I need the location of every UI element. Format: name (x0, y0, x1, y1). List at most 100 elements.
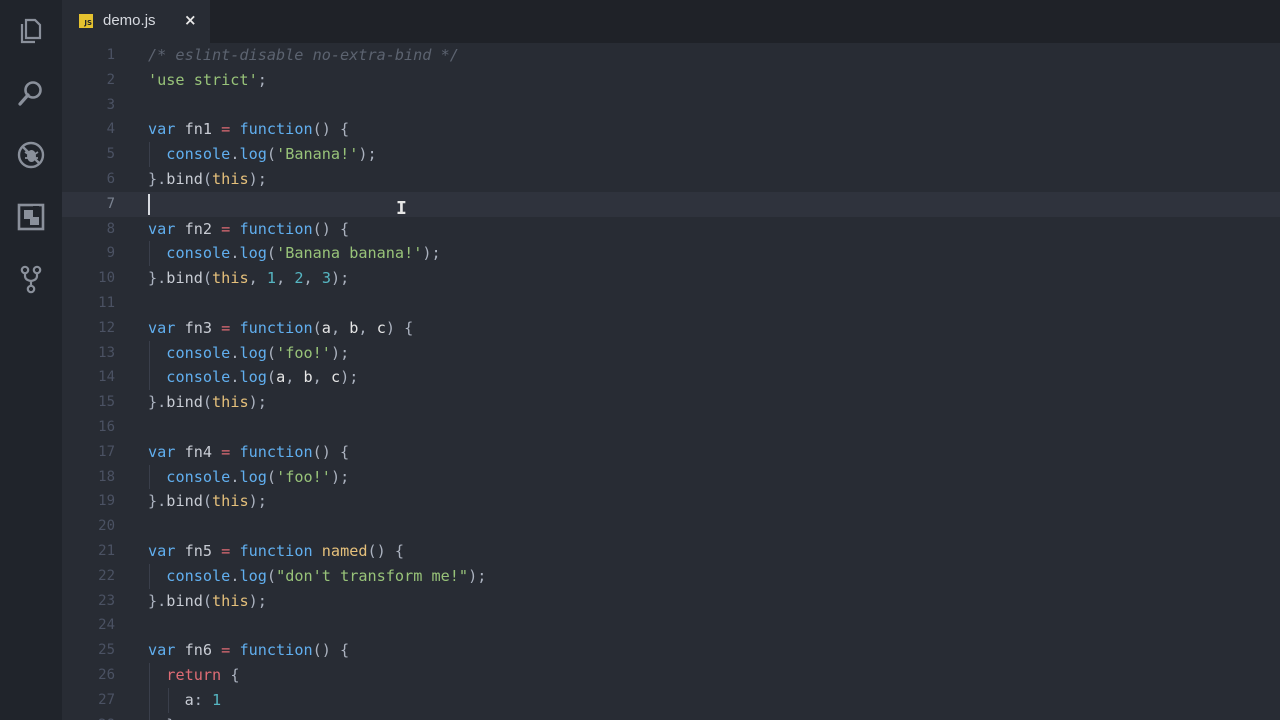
extensions-button[interactable] (0, 186, 62, 248)
line-number: 13 (98, 344, 115, 361)
code-token: this (212, 393, 249, 412)
code-line[interactable]: 17 var fn4 = function() { (62, 440, 1280, 465)
code-token: = (221, 641, 231, 660)
code-token: console (166, 244, 231, 263)
code-line[interactable]: 2 'use strict'; (62, 68, 1280, 93)
code-token: ; (257, 70, 267, 89)
code-token: var (148, 318, 176, 337)
debug-button[interactable] (0, 124, 62, 186)
line-number: 16 (98, 419, 115, 435)
line-number: 20 (98, 518, 115, 535)
tab-label: demo.js (103, 12, 156, 29)
code-line[interactable]: 22 console.log("don't transform me!"); (62, 563, 1280, 589)
code-line[interactable]: 25 var fn6 = function() { (62, 638, 1280, 663)
code-token: this (212, 269, 249, 288)
code-token: c (376, 318, 386, 337)
code-line[interactable]: 15}.bind(this); (62, 390, 1280, 415)
code-token: "don't transform me!" (276, 566, 469, 585)
code-text: var fn4 = function() { (148, 440, 349, 465)
code-line[interactable]: 18 console.log('foo!'); (62, 464, 1280, 490)
code-token: log (239, 145, 267, 164)
tab-demo-js[interactable]: JS demo.js × (62, 0, 210, 43)
code-token: ) { (385, 318, 414, 337)
code-text: 'use strict'; (148, 68, 267, 93)
code-token: , (358, 318, 377, 337)
code-line[interactable]: 10}.bind(this, 1, 2, 3); (62, 266, 1280, 291)
code-line[interactable]: 24 (62, 613, 1280, 638)
code-token: ); (248, 393, 267, 412)
code-token: () { (312, 120, 350, 139)
line-number: 9 (106, 245, 115, 262)
code-token: bind (166, 393, 203, 412)
code-token: 1 (212, 690, 222, 709)
code-line[interactable]: 9 console.log('Banana banana!'); (62, 241, 1280, 267)
code-token: ( (202, 269, 213, 288)
code-line[interactable]: 16 (62, 415, 1280, 440)
code-line[interactable]: 3 (62, 93, 1280, 118)
code-text: console.log('Banana banana!'); (148, 241, 441, 266)
code-token: this (212, 492, 249, 511)
text-cursor-icon: I (396, 198, 407, 219)
code-line[interactable]: 6}.bind(this); (62, 167, 1280, 192)
line-number: 23 (98, 592, 115, 609)
code-token: ( (266, 145, 277, 164)
code-text: }.bind(this); (148, 167, 267, 192)
code-token: named (321, 542, 368, 560)
code-line[interactable]: 28 } (62, 712, 1280, 720)
code-token: 2 (294, 269, 304, 288)
code-token: () { (367, 542, 405, 560)
code-line[interactable]: 19}.bind(this); (62, 489, 1280, 514)
code-line[interactable]: 1 /* eslint-disable no-extra-bind */ (62, 43, 1280, 68)
code-token: fn6 (175, 641, 222, 660)
code-token: ); (422, 244, 441, 263)
code-line[interactable]: 12 var fn3 = function(a, b, c) { (62, 316, 1280, 341)
activity-bar (0, 0, 63, 720)
code-line[interactable]: 14 console.log(a, b, c); (62, 365, 1280, 391)
close-icon[interactable]: × (184, 11, 197, 29)
code-line[interactable]: 7 (62, 191, 1280, 217)
code-text: a: 1 (148, 688, 222, 713)
code-editor[interactable]: 1 /* eslint-disable no-extra-bind */ 2 'use… (62, 43, 1280, 720)
code-line[interactable]: 4 var fn1 = function() { (62, 117, 1280, 142)
source-control-button[interactable] (0, 248, 62, 310)
code-line[interactable]: 5 console.log('Banana!'); (62, 142, 1280, 167)
code-token: ); (468, 566, 487, 585)
code-line[interactable]: 13 console.log('foo!'); (62, 340, 1280, 366)
explorer-button[interactable] (0, 0, 62, 62)
code-token: ( (266, 467, 277, 486)
code-token: ( (202, 591, 213, 610)
code-token: 'use strict' (148, 70, 258, 89)
code-token: var (148, 219, 176, 238)
code-token: fn2 (175, 219, 222, 238)
code-token: console (166, 566, 231, 585)
code-line[interactable]: 8 var fn2 = function() { (62, 217, 1280, 242)
code-line[interactable]: 27 a: 1 (62, 687, 1280, 713)
code-line[interactable]: 21 var fn5 = function named() { (62, 539, 1280, 564)
code-token: ); (248, 591, 267, 610)
code-line[interactable]: 20 (62, 514, 1280, 539)
code-token: ); (330, 269, 350, 288)
code-token: ); (330, 467, 350, 486)
code-token: console (166, 467, 231, 486)
code-token: 'foo!' (276, 467, 331, 486)
code-token: 1 (266, 269, 277, 288)
code-token: ( (202, 492, 213, 511)
code-text: console.log(a, b, c); (148, 365, 358, 390)
code-line[interactable]: 23}.bind(this); (62, 589, 1280, 614)
code-line[interactable]: 26 return { (62, 663, 1280, 688)
code-token: ); (248, 170, 267, 188)
code-text: }.bind(this); (148, 390, 267, 415)
search-button[interactable] (0, 62, 62, 124)
explorer-icon (20, 18, 42, 44)
code-text: console.log('foo!'); (148, 341, 349, 366)
code-line[interactable]: 11 (62, 291, 1280, 316)
editor-window: JS demo.js × 1 /* eslint-disable no-extra… (0, 0, 1280, 720)
code-token: function (239, 641, 313, 660)
line-number: 11 (98, 295, 115, 311)
code-token: 'foo!' (276, 343, 331, 362)
code-token: () { (312, 641, 350, 660)
code-token: }. (148, 393, 167, 412)
code-token: , (276, 269, 295, 288)
